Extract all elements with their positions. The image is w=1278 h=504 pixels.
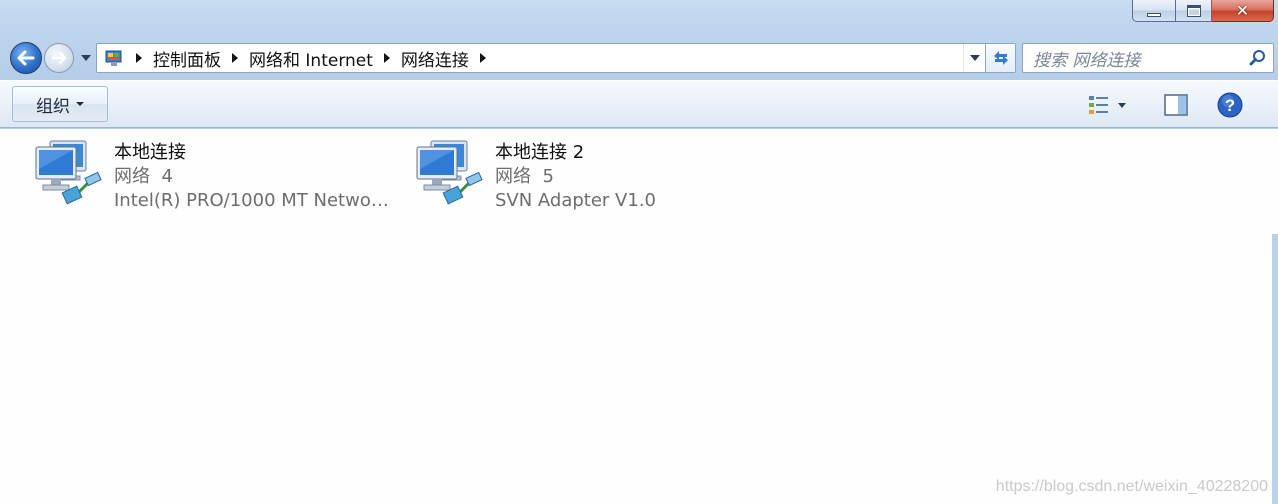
search-icon[interactable] <box>1243 49 1273 67</box>
view-options-icon <box>1089 96 1108 114</box>
svg-text:?: ? <box>1225 96 1235 115</box>
maximize-button[interactable] <box>1176 0 1212 22</box>
breadcrumb-separator[interactable] <box>379 53 395 63</box>
connection-network: 网络 4 <box>114 166 173 187</box>
help-button[interactable]: ? <box>1216 91 1244 119</box>
breadcrumb-separator[interactable] <box>227 53 243 63</box>
maximize-icon <box>1186 4 1201 17</box>
chevron-right-icon <box>136 53 142 63</box>
refresh-button[interactable] <box>985 44 1015 72</box>
navigation-row: 控制面板 网络和 Internet 网络连接 搜索 网络连接 <box>8 40 1274 76</box>
connection-details: 本地连接 2 网络 5 SVN Adapter V1.0 <box>493 139 656 217</box>
organize-label: 组织 <box>36 96 70 117</box>
connection-item[interactable]: 本地连接 2 网络 5 SVN Adapter V1.0 <box>415 139 785 217</box>
connection-network: 网络 5 <box>495 166 554 187</box>
file-list[interactable]: 本地连接 网络 4 Intel(R) PRO/1000 MT Network C… <box>0 129 1278 504</box>
chevron-down-icon <box>969 55 980 61</box>
breadcrumb-separator[interactable] <box>131 53 147 63</box>
chevron-down-icon <box>81 55 91 61</box>
connection-item[interactable]: 本地连接 网络 4 Intel(R) PRO/1000 MT Network C… <box>34 139 404 217</box>
explorer-window: ✕ 控制面板 网络和 Internet 网络连接 搜索 网络连接 组织 ? 本地… <box>0 0 1278 504</box>
chevron-down-icon <box>1118 102 1126 108</box>
forward-icon <box>51 51 67 65</box>
close-icon: ✕ <box>1235 0 1250 20</box>
command-bar: 组织 ? <box>0 80 1278 128</box>
preview-pane-icon <box>1164 94 1188 116</box>
connection-name: 本地连接 <box>114 142 186 163</box>
chevron-right-icon <box>383 53 390 63</box>
close-button[interactable]: ✕ <box>1212 0 1274 22</box>
chevron-down-icon <box>76 102 84 106</box>
help-icon: ? <box>1217 92 1243 118</box>
forward-button[interactable] <box>44 43 74 73</box>
change-view-button[interactable] <box>1084 91 1136 119</box>
search-box[interactable]: 搜索 网络连接 <box>1022 43 1274 73</box>
connection-details: 本地连接 网络 4 Intel(R) PRO/1000 MT Network C… <box>112 139 392 217</box>
back-button[interactable] <box>10 42 42 74</box>
search-input[interactable]: 搜索 网络连接 <box>1033 46 1243 71</box>
control-panel-icon <box>97 44 131 72</box>
chevron-right-icon <box>232 53 238 63</box>
recent-pages-button[interactable] <box>79 52 93 64</box>
watermark: https://blog.csdn.net/weixin_40228200 <box>995 478 1268 495</box>
connection-name: 本地连接 2 <box>495 142 585 163</box>
breadcrumb-separator[interactable] <box>475 53 491 63</box>
minimize-button[interactable] <box>1132 0 1176 22</box>
connection-device: Intel(R) PRO/1000 MT Network Connection <box>114 190 392 211</box>
breadcrumb-control-panel[interactable]: 控制面板 <box>147 46 227 71</box>
address-bar[interactable]: 控制面板 网络和 Internet 网络连接 <box>96 43 1016 73</box>
breadcrumb-network-connections[interactable]: 网络连接 <box>395 46 475 71</box>
network-connection-icon <box>415 139 493 217</box>
preview-pane-button[interactable] <box>1162 91 1190 119</box>
refresh-icon <box>993 51 1008 65</box>
connection-device: SVN Adapter V1.0 <box>495 190 656 211</box>
network-connection-icon <box>34 139 112 217</box>
window-edge <box>1272 234 1278 504</box>
chevron-right-icon <box>479 53 486 63</box>
breadcrumb-network-internet[interactable]: 网络和 Internet <box>243 46 379 71</box>
organize-button[interactable]: 组织 <box>12 86 108 122</box>
back-icon <box>17 50 35 66</box>
address-history-button[interactable] <box>963 44 985 72</box>
minimize-icon <box>1147 12 1161 17</box>
caption-buttons: ✕ <box>1132 0 1274 24</box>
